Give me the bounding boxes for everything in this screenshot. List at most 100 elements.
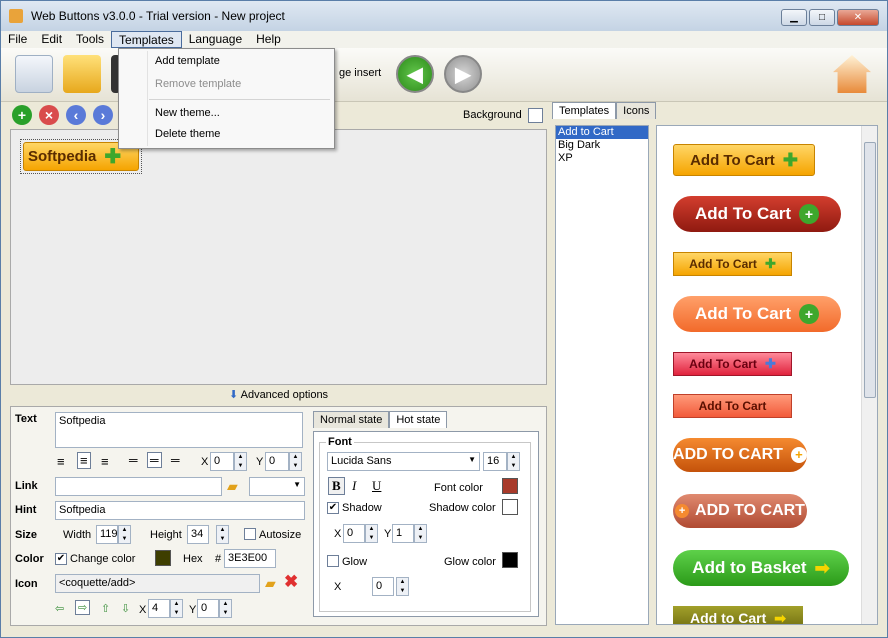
shadow-label: Shadow — [342, 502, 382, 514]
icon-input[interactable]: <coquette/add> — [55, 574, 260, 593]
open-folder-icon[interactable] — [63, 55, 101, 93]
icon-right-pos-icon[interactable]: ⇨ — [75, 600, 91, 615]
menu-language[interactable]: Language — [182, 31, 249, 48]
tab-hot-state[interactable]: Hot state — [389, 411, 448, 428]
link-input[interactable] — [55, 477, 222, 496]
back-arrow-icon[interactable]: ◀ — [396, 55, 434, 93]
icon-y-input[interactable]: 0 — [197, 599, 219, 618]
menu-edit[interactable]: Edit — [34, 31, 69, 48]
menu-file[interactable]: File — [1, 31, 34, 48]
width-input[interactable]: 119 — [96, 525, 118, 544]
list-item[interactable]: Big Dark — [556, 139, 648, 152]
menu-delete-theme[interactable]: Delete theme — [155, 128, 220, 140]
font-family-select[interactable]: Lucida Sans ▼ — [327, 452, 480, 471]
menu-templates[interactable]: Templates — [111, 31, 182, 48]
move-left-icon[interactable]: ‹ — [66, 105, 86, 125]
link-target-select[interactable]: ▼ — [249, 477, 305, 496]
icon-folder-icon[interactable]: ▰ — [265, 575, 276, 592]
preview-button-5[interactable]: Add To Cart ✚ — [673, 352, 792, 376]
font-size-input[interactable]: 16 — [483, 452, 507, 471]
tab-icons[interactable]: Icons — [616, 102, 657, 119]
add-button-icon[interactable]: + — [12, 105, 32, 125]
shadow-x-input[interactable]: 0 — [343, 524, 365, 543]
color-swatch[interactable] — [155, 550, 171, 566]
preview-button-2[interactable]: Add To Cart + — [673, 196, 841, 232]
align-center-icon[interactable]: ≡ — [77, 452, 91, 469]
bold-icon[interactable]: B — [328, 477, 345, 495]
glow-color-swatch[interactable] — [502, 552, 518, 568]
font-color-swatch[interactable] — [502, 478, 518, 494]
list-item[interactable]: XP — [556, 152, 648, 165]
text-y-spin[interactable]: ▲ ▼ — [289, 452, 302, 471]
size-label: Size — [15, 529, 38, 541]
font-size-spin[interactable]: ▲ ▼ — [507, 452, 520, 471]
new-page-icon[interactable] — [15, 55, 53, 93]
text-label: Text — [15, 413, 37, 425]
preview-button-3[interactable]: Add To Cart ✚ — [673, 252, 792, 276]
valign-top-icon[interactable]: ═ — [129, 453, 138, 467]
icon-y-spin[interactable]: ▲ ▼ — [219, 599, 232, 618]
text-y-input[interactable]: 0 — [265, 452, 289, 471]
preview-button-1[interactable]: Add To Cart ✚ — [673, 144, 815, 176]
height-spin[interactable]: ▲ ▼ — [216, 525, 229, 544]
preview-button-4[interactable]: Add To Cart + — [673, 296, 841, 332]
menu-add-template[interactable]: Add template — [155, 55, 220, 67]
forward-arrow-icon[interactable]: ▶ — [444, 55, 482, 93]
scrollbar-thumb[interactable] — [864, 142, 876, 398]
move-right-icon[interactable]: › — [93, 105, 113, 125]
preview-scrollbar[interactable] — [861, 126, 877, 624]
maximize-button[interactable]: □ — [809, 9, 835, 26]
menu-tools[interactable]: Tools — [69, 31, 111, 48]
preview-button-10[interactable]: Add to Cart ➡ — [673, 606, 803, 624]
shadow-y-spin[interactable]: ▲ ▼ — [414, 524, 427, 543]
menu-new-theme[interactable]: New theme... — [155, 107, 220, 119]
preview-button-8[interactable]: + ADD TO CART — [673, 494, 807, 528]
shadow-x-spin[interactable]: ▲ ▼ — [365, 524, 378, 543]
icon-bottom-pos-icon[interactable]: ⇩ — [121, 602, 130, 615]
icon-x-spin[interactable]: ▲ ▼ — [170, 599, 183, 618]
page-insert-label[interactable]: ge insert — [339, 67, 381, 79]
height-input[interactable]: 34 — [187, 525, 209, 544]
shadow-y-input[interactable]: 1 — [392, 524, 414, 543]
valign-middle-icon[interactable]: ═ — [147, 452, 162, 468]
preview-button-7[interactable]: ADD TO CART + — [673, 438, 807, 472]
menu-remove-template[interactable]: Remove template — [155, 78, 241, 90]
icon-top-pos-icon[interactable]: ⇧ — [101, 602, 110, 615]
remove-icon-icon[interactable]: ✖ — [284, 572, 298, 592]
width-spin[interactable]: ▲ ▼ — [118, 525, 131, 544]
glow-x-spin[interactable]: ▲ ▼ — [396, 577, 409, 596]
text-x-input[interactable]: 0 — [210, 452, 234, 471]
shadow-color-swatch[interactable] — [502, 499, 518, 515]
preview-button-6[interactable]: Add To Cart — [673, 394, 792, 418]
underline-icon[interactable]: U — [372, 478, 381, 494]
text-x-spin[interactable]: ▲ ▼ — [234, 452, 247, 471]
text-input[interactable]: Softpedia — [55, 412, 303, 448]
home-icon[interactable] — [833, 55, 871, 93]
icon-left-pos-icon[interactable]: ⇦ — [55, 602, 64, 615]
minimize-button[interactable]: ▁ — [781, 9, 807, 26]
delete-button-icon[interactable]: × — [39, 105, 59, 125]
italic-icon[interactable]: I — [352, 478, 356, 494]
hex-input[interactable]: 3E3E00 — [224, 549, 276, 568]
hint-input[interactable]: Softpedia — [55, 501, 305, 520]
autosize-checkbox[interactable] — [244, 528, 256, 540]
advanced-options-toggle[interactable]: ⬇ Advanced options — [10, 388, 547, 405]
glow-checkbox[interactable] — [327, 555, 339, 567]
shadow-checkbox[interactable]: ✔ — [327, 502, 339, 514]
tab-normal-state[interactable]: Normal state — [313, 411, 390, 428]
align-left-icon[interactable]: ≡ — [57, 454, 65, 469]
glow-x-input[interactable]: 0 — [372, 577, 394, 596]
menu-help[interactable]: Help — [249, 31, 288, 48]
icon-x-input[interactable]: 4 — [148, 599, 170, 618]
preview-button-9[interactable]: Add to Basket ➡ — [673, 550, 849, 586]
close-button[interactable]: ✕ — [837, 9, 879, 26]
tab-templates[interactable]: Templates — [552, 102, 617, 119]
valign-bottom-icon[interactable]: ═ — [171, 453, 180, 467]
design-canvas[interactable]: Softpedia ✚ — [10, 129, 547, 385]
align-right-icon[interactable]: ≡ — [101, 454, 109, 469]
change-color-checkbox[interactable]: ✔ — [55, 553, 67, 565]
window-title: Web Buttons v3.0.0 - Trial version - New… — [31, 9, 285, 23]
list-item[interactable]: Add to Cart — [556, 126, 648, 139]
background-color-box[interactable] — [528, 108, 543, 123]
browse-folder-icon[interactable]: ▰ — [227, 478, 238, 495]
